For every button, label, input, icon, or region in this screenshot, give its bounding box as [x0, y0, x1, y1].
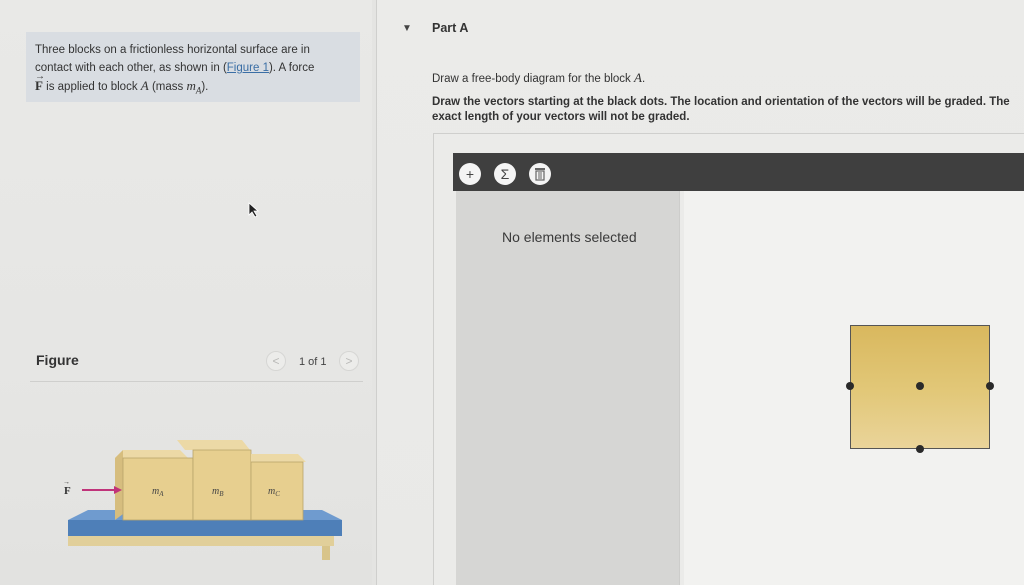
chevron-right-icon: >: [345, 354, 353, 368]
block-a-side: [115, 450, 123, 520]
problem-text: is applied to block: [46, 81, 138, 93]
problem-text: Three blocks on a frictionless horizonta…: [35, 44, 310, 56]
center-anchor-dot[interactable]: [916, 382, 924, 390]
delete-button[interactable]: [529, 163, 551, 185]
problem-text: ). A force: [268, 62, 315, 74]
sum-vectors-button[interactable]: Σ: [494, 163, 516, 185]
plus-icon: +: [465, 166, 475, 182]
force-label: F: [64, 485, 71, 497]
force-label-arrow: →: [63, 479, 70, 486]
right-anchor-dot[interactable]: [986, 382, 994, 390]
block-letter: A: [140, 78, 149, 93]
block-a-top: [115, 450, 188, 458]
figure-title: Figure: [36, 352, 79, 368]
chevron-left-icon: <: [272, 354, 280, 368]
table-leg: [322, 546, 330, 560]
block-c-top: [251, 454, 306, 462]
add-vector-button[interactable]: +: [459, 163, 481, 185]
mass-symbol: mA: [186, 78, 201, 96]
next-figure-button[interactable]: >: [339, 351, 359, 371]
grading-instructions: Draw the vectors starting at the black d…: [432, 96, 1010, 123]
instruction-block-letter: A: [634, 70, 642, 85]
problem-line-2: contact with each other, as shown in (Fi…: [35, 59, 350, 77]
problem-line-3: → F is applied to block A (mass mA).: [35, 71, 350, 100]
instruction-pre: Draw a free-body diagram for the block: [432, 73, 631, 85]
block-b: [192, 449, 252, 521]
instruction-end: .: [641, 73, 646, 85]
mass-letter: m: [186, 78, 196, 93]
bottom-anchor-dot[interactable]: [916, 445, 924, 453]
problem-text: (mass: [151, 81, 184, 93]
drawing-toolbar: + Σ: [453, 153, 1024, 191]
sigma-icon: Σ: [500, 166, 510, 182]
collapse-caret-icon[interactable]: ▼: [402, 23, 412, 34]
table-edge: [68, 536, 334, 546]
problem-statement: Three blocks on a frictionless horizonta…: [26, 32, 360, 102]
blocks-figure: mA mB mC F →: [63, 440, 342, 560]
problem-text: ).: [201, 81, 209, 93]
element-properties-panel: [456, 191, 680, 585]
block-b-top: [177, 440, 250, 450]
problem-line-1: Three blocks on a frictionless horizonta…: [35, 41, 350, 59]
trash-icon: [535, 168, 545, 181]
part-title: Part A: [432, 21, 469, 35]
figure-link[interactable]: Figure 1: [227, 62, 269, 74]
problem-text: contact with each other, as shown in (: [35, 62, 227, 74]
figure-header: Figure < 1 of 1 >: [30, 344, 363, 382]
left-anchor-dot[interactable]: [846, 382, 854, 390]
no-elements-message: No elements selected: [502, 229, 637, 245]
instruction-text: Draw a free-body diagram for the block A…: [432, 70, 645, 86]
figure-page-indicator: 1 of 1: [299, 356, 327, 368]
force-vector-symbol: → F: [35, 71, 45, 93]
mouse-cursor-icon: [248, 202, 260, 218]
previous-figure-button[interactable]: <: [266, 351, 286, 371]
table-top: [68, 520, 342, 536]
